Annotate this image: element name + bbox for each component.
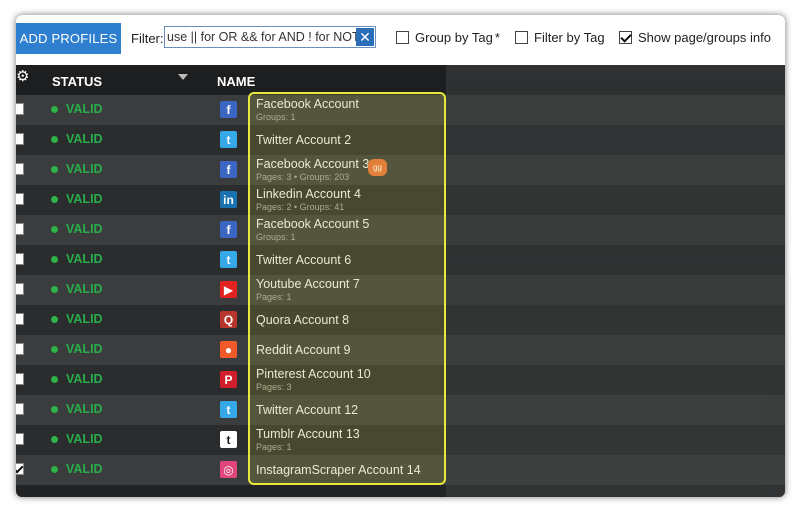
blurred-row — [446, 365, 785, 395]
status-dot-icon — [51, 436, 58, 443]
row-checkbox[interactable] — [16, 193, 24, 205]
filter-label: Filter: — [131, 31, 164, 46]
filter-by-tag-checkbox[interactable]: Filter by Tag — [515, 30, 605, 45]
status-column-header[interactable]: STATUS — [52, 74, 102, 89]
row-checkbox[interactable] — [16, 433, 24, 445]
pinterest-icon: P — [220, 371, 237, 388]
name-column-header[interactable]: NAME — [217, 74, 255, 89]
status-dot-icon — [51, 316, 58, 323]
status-dot-icon — [51, 256, 58, 263]
row-checkbox[interactable] — [16, 283, 24, 295]
row-checkbox[interactable] — [16, 373, 24, 385]
reddit-icon: ● — [220, 341, 237, 358]
row-checkbox[interactable] — [16, 403, 24, 415]
status-dot-icon — [51, 166, 58, 173]
filter-by-tag-label: Filter by Tag — [534, 30, 605, 45]
status-dot-icon — [51, 466, 58, 473]
status-dot-icon — [51, 406, 58, 413]
clear-filter-icon[interactable]: ✕ — [356, 28, 374, 46]
app-window: ADD PROFILES Filter: use || for OR && fo… — [16, 15, 785, 497]
status-text: VALID — [66, 372, 103, 386]
facebook-icon: f — [220, 101, 237, 118]
show-page-groups-info-box[interactable] — [619, 31, 632, 44]
tumblr-icon: t — [220, 431, 237, 448]
row-checkbox[interactable] — [16, 133, 24, 145]
add-profiles-button[interactable]: ADD PROFILES — [16, 23, 121, 54]
blurred-row — [446, 215, 785, 245]
sort-caret-icon[interactable] — [178, 74, 188, 80]
status-dot-icon — [51, 226, 58, 233]
blurred-row — [446, 185, 785, 215]
name-column-highlight — [248, 92, 446, 485]
blurred-row — [446, 455, 785, 485]
status-dot-icon — [51, 196, 58, 203]
quora-icon: Q — [220, 311, 237, 328]
blurred-row — [446, 125, 785, 155]
status-text: VALID — [66, 252, 103, 266]
row-checkbox[interactable] — [16, 253, 24, 265]
status-dot-icon — [51, 376, 58, 383]
status-text: VALID — [66, 162, 103, 176]
group-by-tag-box[interactable] — [396, 31, 409, 44]
row-checkbox[interactable] — [16, 223, 24, 235]
gear-icon[interactable]: ⚙ — [16, 69, 30, 84]
row-checkbox[interactable] — [16, 163, 24, 175]
youtube-icon: ▶ — [220, 281, 237, 298]
group-by-tag-asterisk: * — [494, 30, 500, 45]
status-dot-icon — [51, 106, 58, 113]
group-by-tag-checkbox[interactable]: Group by Tag * — [396, 30, 500, 45]
linkedin-icon: in — [220, 191, 237, 208]
row-checkbox[interactable] — [16, 103, 24, 115]
filter-by-tag-box[interactable] — [515, 31, 528, 44]
blurred-row — [446, 245, 785, 275]
status-text: VALID — [66, 402, 103, 416]
blurred-row — [446, 305, 785, 335]
facebook-icon: f — [220, 221, 237, 238]
blurred-row — [446, 155, 785, 185]
blurred-row — [446, 425, 785, 455]
status-dot-icon — [51, 346, 58, 353]
filter-input[interactable]: use || for OR && for AND ! for NOT ✕ — [164, 26, 376, 48]
status-text: VALID — [66, 432, 103, 446]
blurred-row — [446, 335, 785, 365]
show-page-groups-info-checkbox[interactable]: Show page/groups info — [619, 30, 771, 45]
row-checkbox[interactable] — [16, 313, 24, 325]
status-text: VALID — [66, 192, 103, 206]
twitter-icon: t — [220, 131, 237, 148]
blurred-row — [446, 395, 785, 425]
row-checkbox[interactable] — [16, 343, 24, 355]
row-checkbox[interactable] — [16, 463, 24, 475]
instagram-icon: ◎ — [220, 461, 237, 478]
blurred-row — [446, 275, 785, 305]
status-text: VALID — [66, 282, 103, 296]
status-text: VALID — [66, 342, 103, 356]
status-text: VALID — [66, 132, 103, 146]
group-by-tag-label: Group by Tag — [415, 30, 493, 45]
status-text: VALID — [66, 102, 103, 116]
facebook-icon: f — [220, 161, 237, 178]
twitter-icon: t — [220, 251, 237, 268]
twitter-icon: t — [220, 401, 237, 418]
status-text: VALID — [66, 222, 103, 236]
status-dot-icon — [51, 286, 58, 293]
status-text: VALID — [66, 462, 103, 476]
show-page-groups-info-label: Show page/groups info — [638, 30, 771, 45]
status-dot-icon — [51, 136, 58, 143]
blurred-row — [446, 95, 785, 125]
status-text: VALID — [66, 312, 103, 326]
blurred-columns — [446, 65, 785, 497]
toolbar: ADD PROFILES Filter: use || for OR && fo… — [16, 15, 785, 65]
filter-input-value: use || for OR && for AND ! for NOT — [167, 30, 360, 44]
